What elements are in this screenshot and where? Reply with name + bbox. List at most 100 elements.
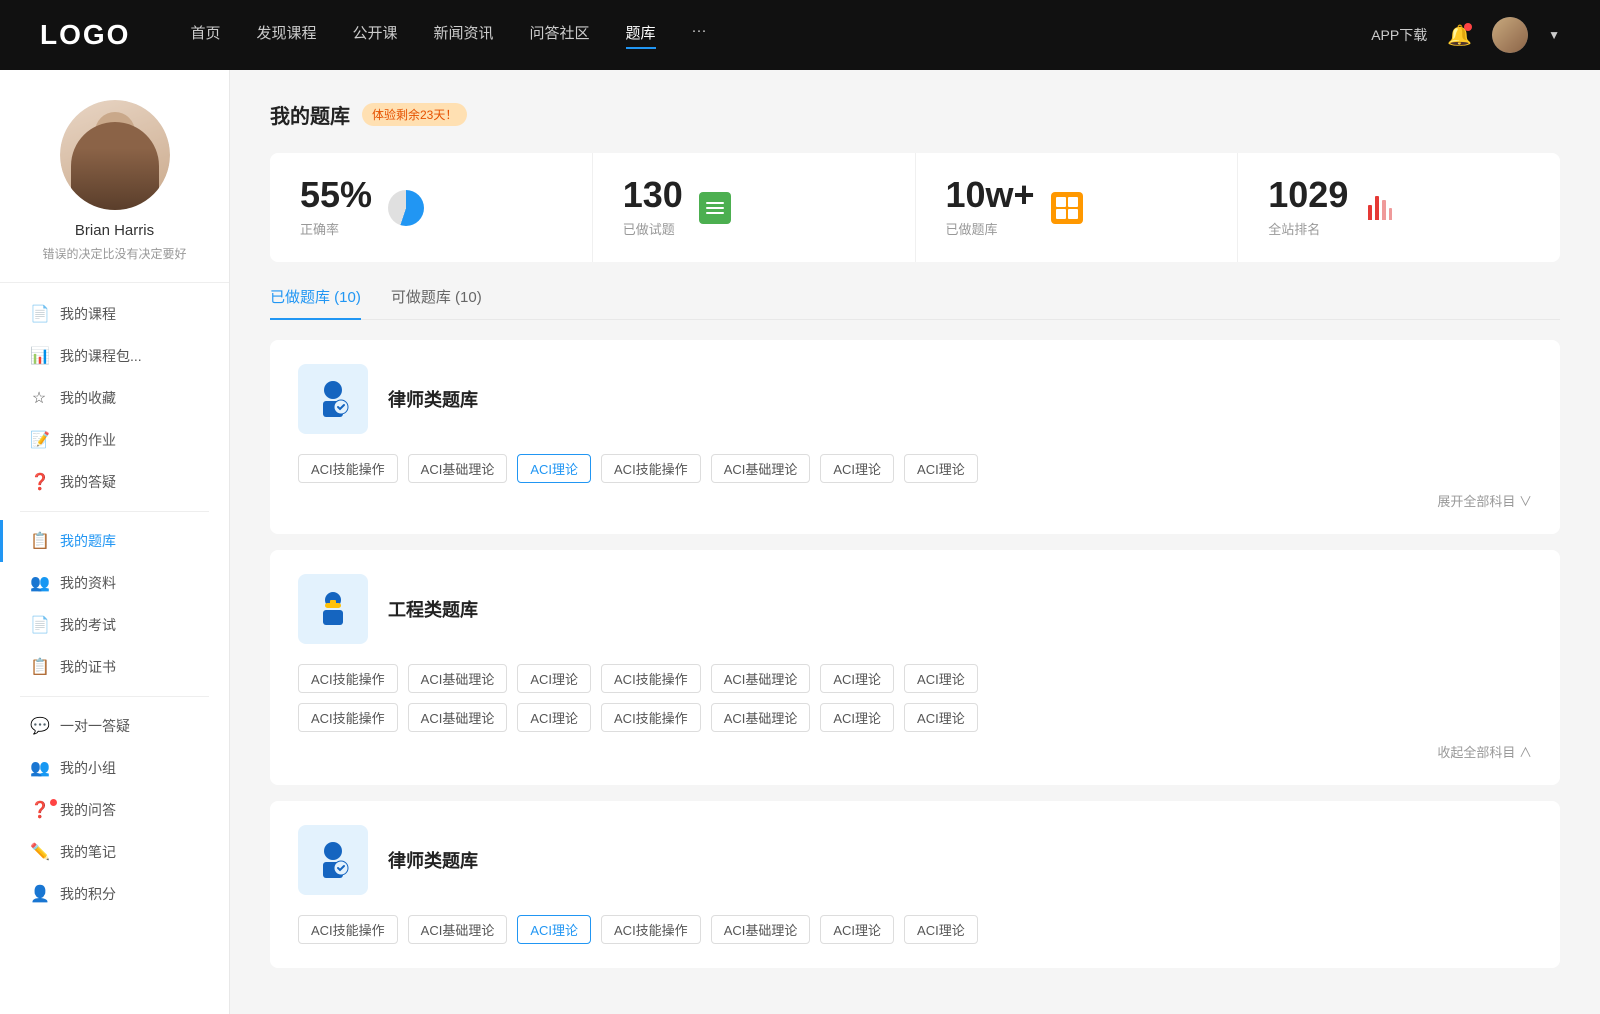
nav-qa[interactable]: 问答社区: [530, 22, 590, 49]
nav-open-course[interactable]: 公开课: [352, 22, 397, 49]
list-icon: [699, 192, 731, 224]
sidebar-item-notes[interactable]: ✏️ 我的笔记: [0, 831, 229, 873]
nav-home[interactable]: 首页: [190, 22, 220, 49]
tag-3-3[interactable]: ACI理论: [517, 915, 591, 944]
eng-tag-1-2[interactable]: ACI基础理论: [408, 664, 508, 693]
tag-3-5[interactable]: ACI基础理论: [711, 915, 811, 944]
eng-tag-2-3[interactable]: ACI理论: [517, 703, 591, 732]
list-line-1: [706, 202, 724, 204]
avatar-body: [71, 122, 159, 210]
eng-tag-1-5[interactable]: ACI基础理论: [711, 664, 811, 693]
notes-icon: ✏️: [30, 842, 48, 862]
tag-1-5[interactable]: ACI基础理论: [711, 454, 811, 483]
done-label: 已做试题: [623, 219, 683, 238]
eng-tag-1-3[interactable]: ACI理论: [517, 664, 591, 693]
sidebar-motto: 错误的决定比没有决定要好: [20, 245, 209, 262]
sidebar-item-points[interactable]: 👤 我的积分: [0, 873, 229, 915]
tag-3-4[interactable]: ACI技能操作: [601, 915, 701, 944]
tab-available[interactable]: 可做题库 (10): [391, 286, 482, 319]
banks-label: 已做题库: [946, 219, 1035, 238]
sidebar-item-qa[interactable]: ❓ 我的答疑: [0, 461, 229, 503]
bank-tags-row1: ACI技能操作 ACI基础理论 ACI理论 ACI技能操作 ACI基础理论 AC…: [298, 664, 1532, 693]
tag-1-1[interactable]: ACI技能操作: [298, 454, 398, 483]
grid-cell-2: [1068, 197, 1078, 207]
list-line-3: [706, 212, 724, 214]
avatar[interactable]: [1492, 17, 1528, 53]
eng-tag-1-1[interactable]: ACI技能操作: [298, 664, 398, 693]
my-qa-icon: ❓: [30, 800, 48, 820]
sidebar-user-name: Brian Harris: [20, 222, 209, 239]
notification-bell[interactable]: 🔔: [1447, 23, 1472, 48]
lawyer-icon-wrap-1: [298, 364, 368, 434]
sidebar-item-my-qa[interactable]: ❓ 我的问答: [0, 789, 229, 831]
collapse-btn[interactable]: 收起全部科目 ∧: [298, 742, 1532, 761]
bank-tags-3: ACI技能操作 ACI基础理论 ACI理论 ACI技能操作 ACI基础理论 AC…: [298, 915, 1532, 944]
engineer-icon-wrap: [298, 574, 368, 644]
nav-more[interactable]: ···: [692, 22, 707, 49]
bank-tabs: 已做题库 (10) 可做题库 (10): [270, 286, 1560, 320]
eng-tag-1-6[interactable]: ACI理论: [820, 664, 894, 693]
nav-news[interactable]: 新闻资讯: [434, 22, 494, 49]
sidebar: Brian Harris 错误的决定比没有决定要好 📄 我的课程 📊 我的课程包…: [0, 70, 230, 1014]
bank-title-2-wrap: 工程类题库: [388, 596, 478, 622]
chevron-down-icon[interactable]: ▼: [1548, 28, 1560, 42]
nav-discover[interactable]: 发现课程: [256, 22, 316, 49]
tag-3-2[interactable]: ACI基础理论: [408, 915, 508, 944]
tab-done[interactable]: 已做题库 (10): [270, 286, 361, 319]
nav-question-bank[interactable]: 题库: [626, 22, 656, 49]
tag-3-1[interactable]: ACI技能操作: [298, 915, 398, 944]
expand-btn-1[interactable]: 展开全部科目 ∨: [298, 491, 1532, 510]
sidebar-item-homework[interactable]: 📝 我的作业: [0, 419, 229, 461]
eng-tag-2-1[interactable]: ACI技能操作: [298, 703, 398, 732]
divider-2: [20, 696, 209, 697]
points-icon: 👤: [30, 884, 48, 904]
rank-label: 全站排名: [1268, 219, 1348, 238]
sidebar-item-data[interactable]: 👥 我的资料: [0, 562, 229, 604]
tag-3-6[interactable]: ACI理论: [820, 915, 894, 944]
eng-tag-2-6[interactable]: ACI理论: [820, 703, 894, 732]
notification-dot: [1464, 23, 1472, 31]
tag-1-2[interactable]: ACI基础理论: [408, 454, 508, 483]
stat-accuracy-text: 55% 正确率: [300, 177, 372, 238]
tag-1-7[interactable]: ACI理论: [904, 454, 978, 483]
bank-tags-row2: ACI技能操作 ACI基础理论 ACI理论 ACI技能操作 ACI基础理论 AC…: [298, 703, 1532, 732]
app-download[interactable]: APP下载: [1371, 25, 1427, 45]
main-content: 我的题库 体验剩余23天！ 55% 正确率 130 已做试题: [230, 70, 1600, 1014]
sidebar-item-course-package[interactable]: 📊 我的课程包...: [0, 335, 229, 377]
stat-accuracy: 55% 正确率: [270, 153, 593, 262]
stat-done-questions: 130 已做试题: [593, 153, 916, 262]
bank-title-3-wrap: 律师类题库: [388, 847, 478, 873]
tag-1-3[interactable]: ACI理论: [517, 454, 591, 483]
sidebar-item-group[interactable]: 👥 我的小组: [0, 747, 229, 789]
bar-2: [1375, 196, 1379, 220]
tag-1-6[interactable]: ACI理论: [820, 454, 894, 483]
chart-icon: 📊: [30, 346, 48, 366]
logo: LOGO: [40, 19, 130, 51]
sidebar-item-question-bank[interactable]: 📋 我的题库: [0, 520, 229, 562]
trial-badge: 体验剩余23天！: [362, 103, 467, 126]
bank-title-1: 律师类题库: [388, 386, 478, 412]
bank-card-header-3: 律师类题库: [298, 825, 1532, 895]
sidebar-menu: 📄 我的课程 📊 我的课程包... ☆ 我的收藏 📝 我的作业 ❓ 我的答疑 �: [0, 283, 229, 925]
eng-tag-1-4[interactable]: ACI技能操作: [601, 664, 701, 693]
tag-3-7[interactable]: ACI理论: [904, 915, 978, 944]
eng-tag-2-5[interactable]: ACI基础理论: [711, 703, 811, 732]
sidebar-item-my-course[interactable]: 📄 我的课程: [0, 293, 229, 335]
stat-done-banks: 10w+ 已做题库: [916, 153, 1239, 262]
eng-tag-1-7[interactable]: ACI理论: [904, 664, 978, 693]
eng-tag-2-2[interactable]: ACI基础理论: [408, 703, 508, 732]
lawyer-svg-1: [311, 377, 355, 421]
eng-tag-2-7[interactable]: ACI理论: [904, 703, 978, 732]
sidebar-item-certificate[interactable]: 📋 我的证书: [0, 646, 229, 688]
sidebar-item-exam[interactable]: 📄 我的考试: [0, 604, 229, 646]
bank-card-engineer: 工程类题库 ACI技能操作 ACI基础理论 ACI理论 ACI技能操作 ACI基…: [270, 550, 1560, 785]
tag-1-4[interactable]: ACI技能操作: [601, 454, 701, 483]
pie-chart-icon: [388, 190, 424, 226]
sidebar-item-one-on-one[interactable]: 💬 一对一答疑: [0, 705, 229, 747]
sidebar-item-favorites[interactable]: ☆ 我的收藏: [0, 377, 229, 419]
grid-cell-3: [1056, 209, 1066, 219]
exam-icon: 📄: [30, 615, 48, 635]
bar-4: [1389, 208, 1393, 220]
eng-tag-2-4[interactable]: ACI技能操作: [601, 703, 701, 732]
people-icon: 👥: [30, 573, 48, 593]
